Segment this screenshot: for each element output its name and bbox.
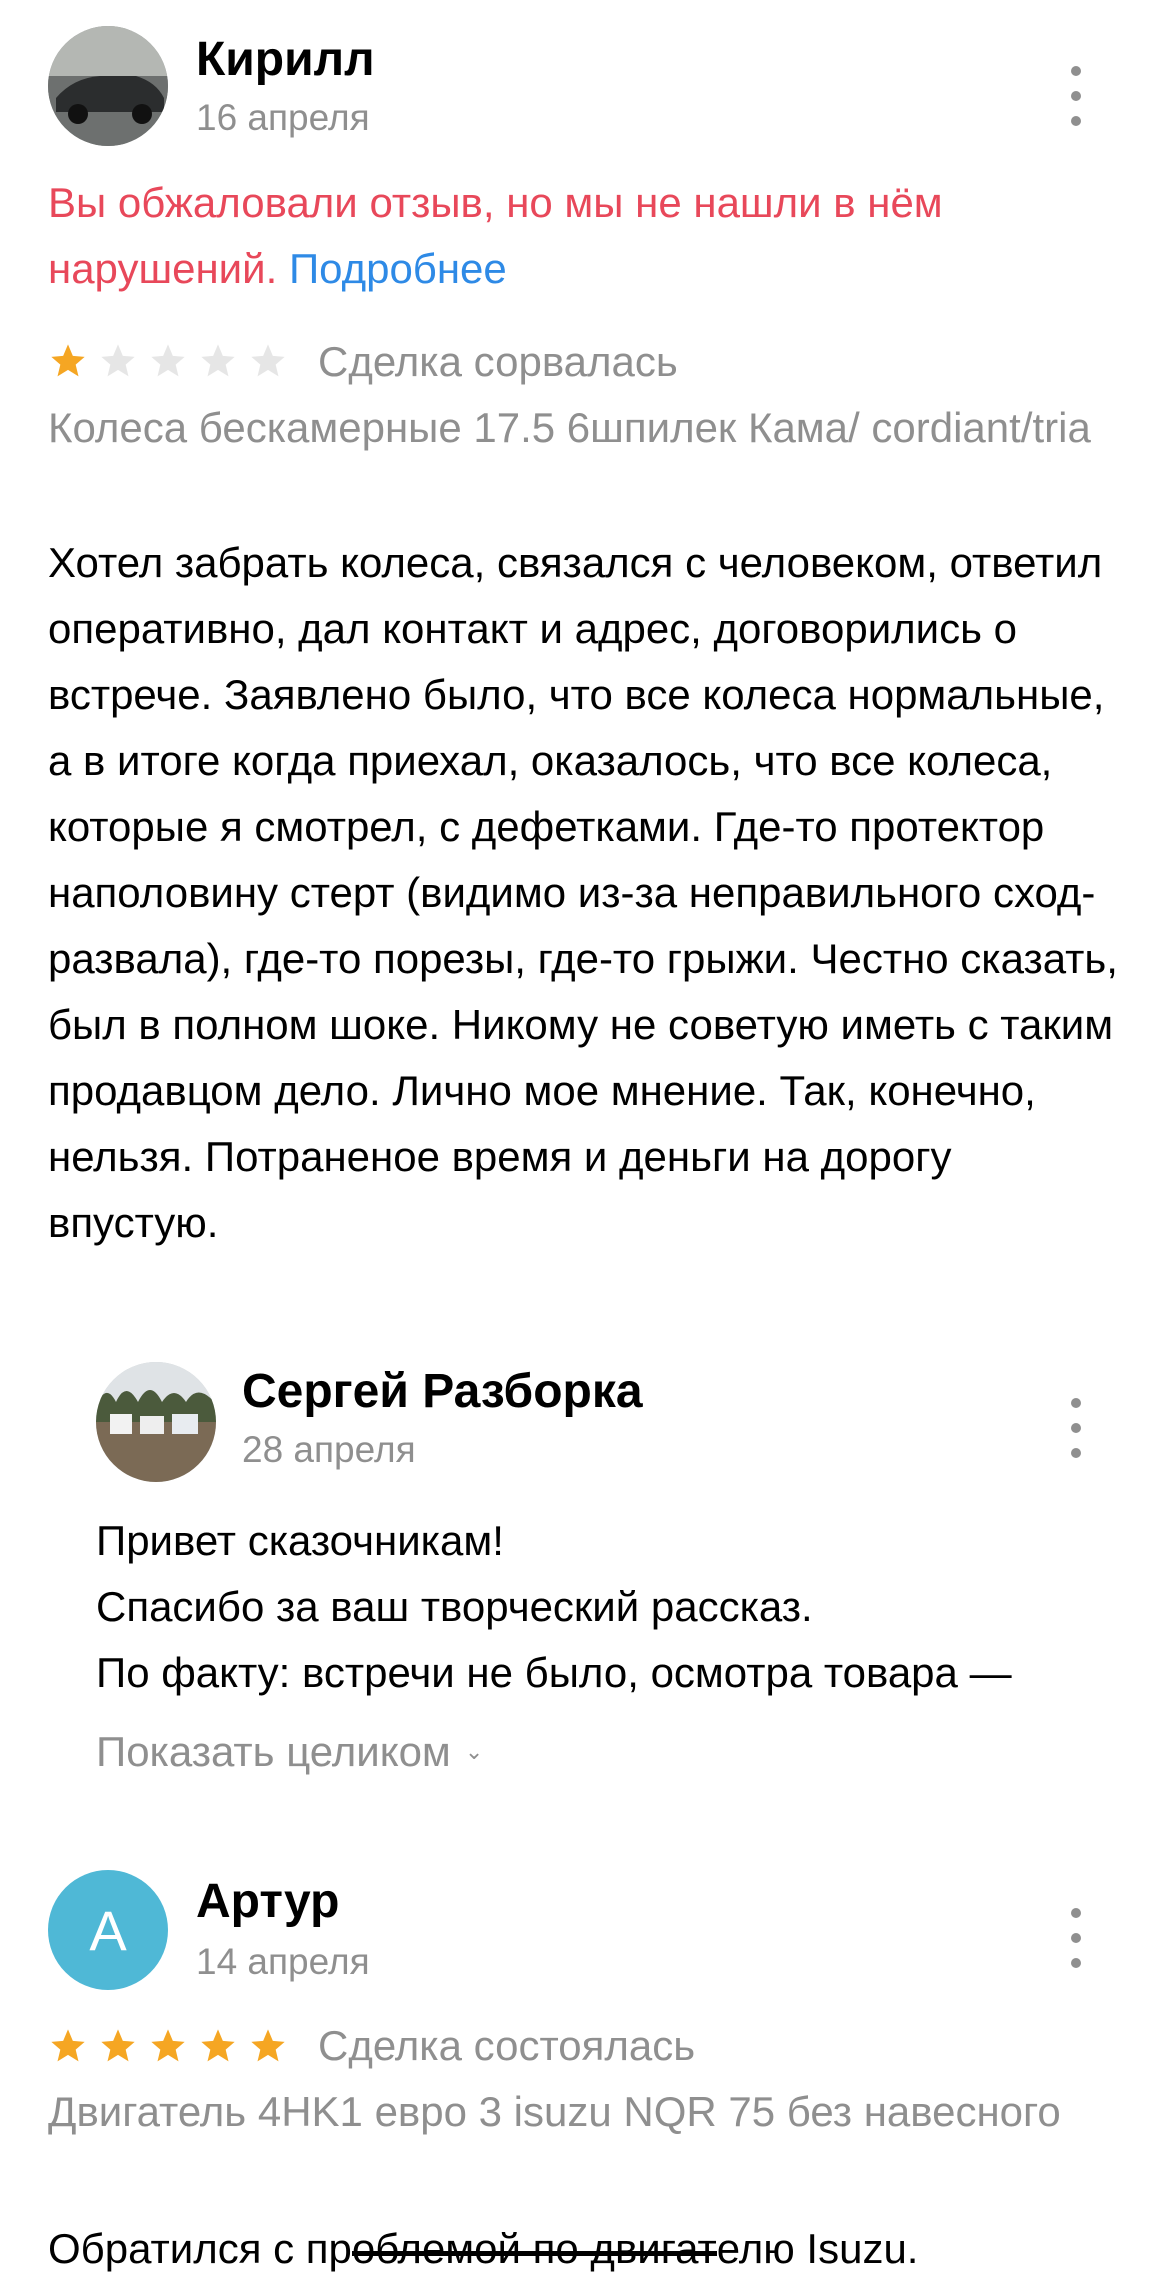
more-vertical-icon[interactable]	[1056, 1398, 1096, 1458]
star-icon	[101, 2029, 135, 2062]
strike-line	[351, 2250, 717, 2256]
more-vertical-icon[interactable]	[1056, 1908, 1096, 1968]
struck-text: облемой по двигат	[351, 2225, 717, 2272]
review-date: 14 апреля	[196, 1941, 370, 1982]
star-icon	[201, 2029, 235, 2062]
show-full-label: Показать целиком	[96, 1728, 451, 1775]
review-card: Кирилл 16 апреля Вы обжаловали отзыв, но…	[0, 0, 1170, 1775]
avatar-car-photo	[48, 26, 168, 146]
star-icon	[251, 2029, 285, 2062]
rating-stars	[48, 2026, 288, 2066]
author-name[interactable]: Артур	[196, 1874, 339, 1930]
chevron-down-icon: ⌄	[464, 1739, 484, 1764]
star-icon	[101, 344, 135, 377]
author-name[interactable]: Кирилл	[196, 32, 375, 88]
reply-line: Спасибо за ваш творческий рассказ.	[96, 1583, 813, 1630]
rating-stars	[48, 341, 288, 381]
deal-status: Сделка состоялась	[318, 2022, 696, 2069]
deal-status: Сделка сорвалась	[318, 338, 678, 385]
reply-line: Привет сказочникам!	[96, 1517, 504, 1564]
review-text: Обратился с проблемой по двигат елю Isuzu…	[48, 2216, 1128, 2282]
moderation-details-link[interactable]: Подробнее	[289, 245, 507, 292]
avatar[interactable]: А	[48, 1870, 168, 1990]
star-icon	[151, 344, 185, 377]
moderation-warning: Вы обжаловали отзыв, но мы не нашли в нё…	[48, 170, 1108, 302]
review-card: А Артур 14 апреля Сделка состоялась Двиг…	[0, 1860, 1170, 2272]
review-text-struck: облемой по двигат	[351, 2225, 717, 2272]
reply-date: 28 апреля	[242, 1429, 416, 1470]
reply-author-name[interactable]: Сергей Разборка	[242, 1364, 643, 1420]
show-full-button[interactable]: Показать целиком ⌄	[96, 1726, 483, 1778]
review-text-start: Обратился с пр	[48, 2225, 352, 2272]
reply-line: По факту: встречи не было, осмотра товар…	[96, 1649, 1012, 1696]
star-icon	[51, 344, 85, 377]
item-title[interactable]: Колеса бескамерные 17.5 6шпилек Кама/ co…	[48, 398, 1108, 458]
star-icon	[51, 2029, 85, 2062]
more-vertical-icon[interactable]	[1056, 66, 1096, 126]
review-text: Хотел забрать колеса, связался с человек…	[48, 539, 1118, 1246]
star-icon	[201, 344, 235, 377]
item-title[interactable]: Двигатель 4HK1 евро 3 isuzu NQR 75 без н…	[48, 2082, 1108, 2142]
reply-avatar[interactable]	[96, 1362, 216, 1482]
avatar[interactable]	[48, 26, 168, 146]
reply-text: Привет сказочникам! Спасибо за ваш творч…	[96, 1508, 1136, 1706]
star-icon	[151, 2029, 185, 2062]
star-icon	[251, 344, 285, 377]
avatar-lot-photo	[96, 1362, 216, 1482]
review-text-end: елю Isuzu.	[716, 2225, 919, 2272]
review-date: 16 апреля	[196, 97, 370, 138]
